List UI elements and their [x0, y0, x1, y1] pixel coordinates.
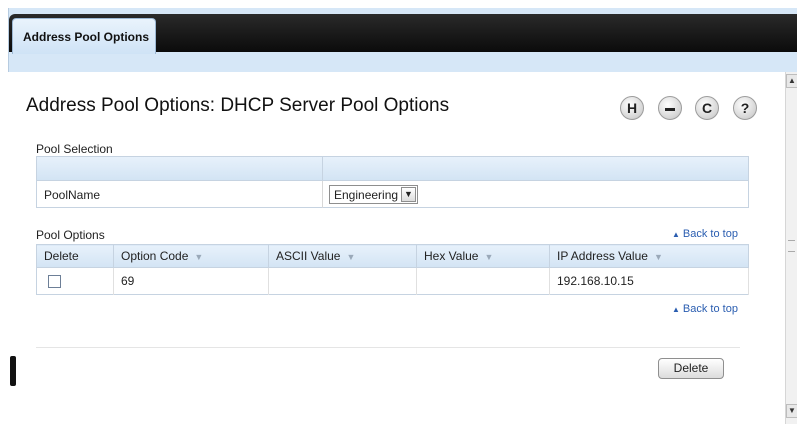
- top-bar: Address Pool Options: [8, 8, 797, 72]
- col-option-code-label: Option Code: [121, 249, 189, 263]
- col-ascii-value[interactable]: ASCII Value ▼: [268, 244, 417, 268]
- help-glyph: ?: [740, 100, 750, 116]
- help-icon[interactable]: ?: [733, 96, 757, 120]
- col-ip-address-value[interactable]: IP Address Value ▼: [549, 244, 749, 268]
- sort-icon[interactable]: ▼: [654, 252, 663, 262]
- col-hex-value[interactable]: Hex Value ▼: [416, 244, 550, 268]
- back-to-top-text: Back to top: [682, 228, 738, 240]
- col-hex-label: Hex Value: [424, 249, 479, 263]
- pool-name-value: Engineering: [334, 187, 399, 202]
- delete-button[interactable]: Delete: [658, 358, 724, 379]
- delete-cell: [36, 267, 114, 295]
- sort-icon[interactable]: ▼: [484, 252, 493, 262]
- pool-options-table: Delete Option Code ▼ ASCII Value ▼ Hex Val…: [36, 244, 749, 295]
- pool-name-label: PoolName: [44, 188, 101, 202]
- pool-selection-table: PoolName Engineering ▼: [36, 156, 749, 208]
- scroll-up-icon[interactable]: ▲: [786, 74, 797, 88]
- print-glyph: ▬: [665, 102, 675, 114]
- col-ascii-label: ASCII Value: [276, 249, 341, 263]
- ascii-value-cell: [268, 267, 417, 295]
- table-row: 69 192.168.10.15: [36, 267, 749, 295]
- delete-checkbox[interactable]: [48, 275, 61, 289]
- col-option-code[interactable]: Option Code ▼: [113, 244, 269, 268]
- pool-name-row: PoolName Engineering ▼: [37, 181, 748, 208]
- pool-selection-label: Pool Selection: [36, 142, 113, 156]
- hex-value-cell: [416, 267, 550, 295]
- back-to-top-link[interactable]: ▲ Back to top: [672, 303, 738, 315]
- pool-options-label: Pool Options: [36, 228, 105, 242]
- option-code-cell: 69: [113, 267, 269, 295]
- triangle-up-icon: ▲: [672, 305, 680, 314]
- refresh-glyph: C: [701, 100, 713, 116]
- tab-address-pool-options[interactable]: Address Pool Options: [12, 18, 156, 54]
- triangle-up-icon: ▲: [672, 230, 680, 239]
- back-to-top-link[interactable]: ▲ Back to top: [672, 228, 738, 240]
- vertical-scrollbar[interactable]: ▲ ▼: [785, 72, 797, 424]
- print-icon[interactable]: ▬: [658, 96, 682, 120]
- page-title: Address Pool Options: DHCP Server Pool O…: [26, 95, 450, 116]
- sort-icon[interactable]: ▼: [346, 252, 355, 262]
- sort-icon[interactable]: ▼: [194, 252, 203, 262]
- divider: [36, 347, 740, 348]
- scroll-down-icon[interactable]: ▼: [786, 404, 797, 418]
- back-to-top-text: Back to top: [682, 303, 738, 315]
- resize-handle[interactable]: [10, 356, 16, 386]
- chevron-down-icon[interactable]: ▼: [401, 187, 416, 202]
- save-icon[interactable]: H: [620, 96, 644, 120]
- col-delete: Delete: [36, 244, 114, 268]
- ip-address-cell: 192.168.10.15: [549, 267, 749, 295]
- pool-name-select[interactable]: Engineering ▼: [329, 185, 418, 204]
- pool-selection-header: [37, 157, 748, 181]
- refresh-icon[interactable]: C: [695, 96, 719, 120]
- col-ip-label: IP Address Value: [557, 249, 648, 263]
- table-header-row: Delete Option Code ▼ ASCII Value ▼ Hex Val…: [36, 244, 749, 268]
- scroll-grip-icon[interactable]: [788, 240, 795, 252]
- col-delete-label: Delete: [44, 249, 79, 263]
- tab-label: Address Pool Options: [23, 30, 150, 44]
- save-glyph: H: [626, 100, 638, 116]
